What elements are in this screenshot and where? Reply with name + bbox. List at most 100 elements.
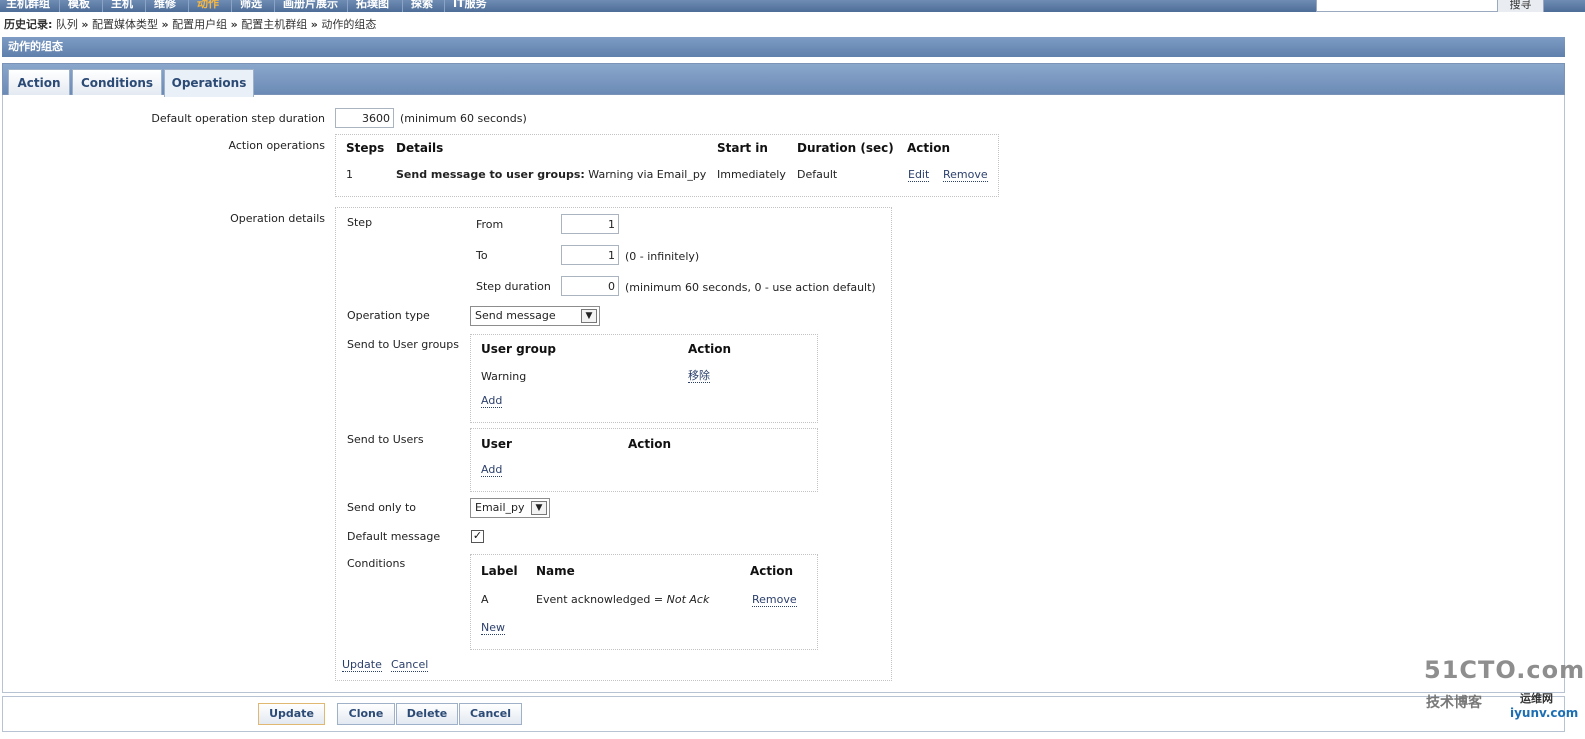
operation-type-select[interactable]: Send message ▼ (470, 306, 600, 326)
nav-separator (402, 0, 403, 12)
nav-separator (59, 0, 60, 12)
step-to-input[interactable] (561, 245, 619, 265)
operation-type-value: Send message (475, 309, 556, 322)
nav-hosts[interactable]: 主机 (111, 0, 133, 11)
tab-operations[interactable]: Operations (164, 69, 254, 97)
column-header-user: User (481, 437, 512, 451)
breadcrumb-item[interactable]: 队列 (56, 18, 78, 31)
send-only-to-label: Send only to (347, 501, 417, 514)
column-header-action: Action (688, 342, 732, 356)
nav-separator (145, 0, 146, 12)
chevron-down-icon: ▼ (531, 501, 547, 515)
clone-button[interactable]: Clone (337, 703, 395, 725)
column-header-name: Name (536, 564, 575, 578)
nav-separator (188, 0, 189, 12)
step-duration-hint: (minimum 60 seconds, 0 - use action defa… (625, 281, 876, 294)
breadcrumb-separator: » (161, 18, 169, 31)
delete-button[interactable]: Delete (396, 703, 458, 725)
breadcrumb-label: 历史记录: (4, 18, 53, 31)
tab-conditions[interactable]: Conditions (72, 69, 162, 95)
send-only-to-select[interactable]: Email_py ▼ (470, 498, 550, 518)
footer-bar (2, 696, 1565, 732)
column-header-action: Action (750, 564, 794, 578)
operation-details-label: Operation details (230, 212, 325, 225)
edit-operation-link[interactable]: Edit (908, 169, 930, 182)
action-operations-label: Action operations (228, 139, 326, 152)
tab-strip: Action Conditions Operations (2, 63, 1565, 97)
cancel-button[interactable]: Cancel (459, 703, 522, 725)
breadcrumb: 历史记录: 队列 » 配置媒体类型 » 配置用户组 » 配置主机群组 » 动作的… (0, 14, 1585, 36)
operation-details-rest: Warning via Email_py (584, 168, 707, 181)
operation-start-in: Immediately (717, 168, 786, 181)
nav-actions[interactable]: 动作 (197, 0, 219, 11)
step-to-label: To (476, 249, 488, 262)
chevron-down-icon: ▼ (581, 309, 597, 323)
column-header-user-group: User group (481, 342, 557, 356)
update-button[interactable]: Update (258, 703, 325, 725)
checkmark-icon: ✓ (472, 529, 483, 542)
step-duration-input[interactable] (561, 276, 619, 296)
condition-label: A (481, 593, 489, 606)
nav-explore[interactable]: 探索 (411, 0, 433, 11)
add-user-group-link[interactable]: Add (481, 395, 503, 408)
operation-step-number: 1 (346, 168, 353, 181)
default-message-checkbox[interactable]: ✓ (471, 530, 484, 543)
breadcrumb-separator: » (81, 18, 89, 31)
breadcrumb-separator: » (310, 18, 318, 31)
breadcrumb-item[interactable]: 动作的组态 (321, 18, 376, 31)
search-input[interactable] (1316, 0, 1498, 12)
remove-user-group-link[interactable]: 移除 (688, 370, 710, 383)
breadcrumb-item[interactable]: 配置媒体类型 (92, 18, 158, 31)
column-header-action: Action (628, 437, 672, 451)
user-group-name: Warning (481, 370, 527, 383)
condition-name-value: Not Ack (666, 593, 710, 606)
column-header-label: Label (481, 564, 518, 578)
default-message-label: Default message (347, 530, 441, 543)
remove-condition-link[interactable]: Remove (752, 594, 797, 607)
add-user-link[interactable]: Add (481, 464, 503, 477)
nav-discovery[interactable]: 筛选 (240, 0, 262, 11)
condition-name-prefix: Event acknowledged = (536, 593, 667, 606)
step-to-hint: (0 - infinitely) (625, 250, 700, 263)
condition-name: Event acknowledged = Not Ack (536, 593, 709, 606)
nav-separator (347, 0, 348, 12)
nav-maps[interactable]: 拓璞图 (356, 0, 389, 11)
nav-host-groups[interactable]: 主机群组 (6, 0, 50, 11)
watermark-51cto: 51CTO.com (1424, 656, 1585, 684)
nav-separator (231, 0, 232, 12)
default-step-duration-input[interactable] (335, 108, 394, 128)
breadcrumb-item[interactable]: 配置用户组 (172, 18, 227, 31)
watermark-tech-blog: 技术博客 (1426, 695, 1482, 711)
step-from-label: From (476, 218, 504, 231)
column-header-details: Details (396, 141, 444, 155)
remove-operation-link[interactable]: Remove (943, 169, 988, 182)
update-operation-link[interactable]: Update (342, 659, 382, 672)
step-from-input[interactable] (561, 214, 619, 234)
operation-details: Send message to user groups: Warning via… (396, 168, 706, 181)
nav-screens[interactable]: 画册片展示 (283, 0, 338, 11)
column-header-start-in: Start in (717, 141, 768, 155)
nav-it-services[interactable]: IT服务 (453, 0, 487, 11)
step-duration-label: Step duration (476, 280, 551, 293)
page-title: 动作的组态 (2, 37, 1565, 57)
nav-maintenance[interactable]: 维修 (154, 0, 176, 11)
operation-type-label: Operation type (347, 309, 430, 322)
breadcrumb-item[interactable]: 配置主机群组 (241, 18, 307, 31)
watermark-iyunv: iyunv.com (1510, 706, 1579, 720)
step-label: Step (347, 216, 373, 229)
search-button[interactable]: 搜寻 (1497, 0, 1544, 12)
operation-details-bold: Send message to user groups: (396, 168, 585, 181)
column-header-action: Action (907, 141, 951, 155)
nav-separator (102, 0, 103, 12)
cancel-operation-link[interactable]: Cancel (391, 659, 429, 672)
watermark: 51CTO.com 技术博客 运维网 iyunv.com (1424, 656, 1584, 726)
tab-action[interactable]: Action (8, 69, 70, 95)
default-step-duration-hint: (minimum 60 seconds) (400, 112, 527, 125)
watermark-ops-net: 运维网 (1520, 692, 1553, 705)
column-header-duration: Duration (sec) (797, 141, 894, 155)
new-condition-link[interactable]: New (481, 622, 505, 635)
default-step-duration-label: Default operation step duration (151, 112, 325, 125)
conditions-label: Conditions (347, 557, 406, 570)
nav-templates[interactable]: 模板 (68, 0, 90, 11)
send-only-to-value: Email_py (475, 501, 525, 514)
